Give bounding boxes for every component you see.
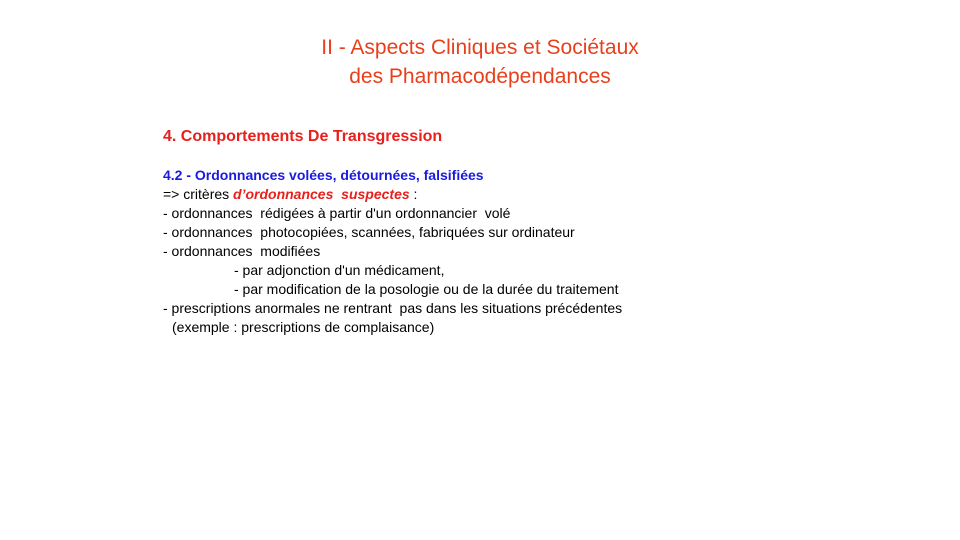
criteria-emphasis: d’ordonnances suspectes	[233, 186, 410, 202]
slide: II - Aspects Cliniques et Sociétaux des …	[0, 0, 960, 540]
list-item: - ordonnances photocopiées, scannées, fa…	[163, 224, 575, 240]
slide-title-line-2: des Pharmacodépendances	[349, 65, 611, 88]
slide-title-line-1: II - Aspects Cliniques et Sociétaux	[321, 36, 639, 59]
example-note: (exemple : prescriptions de complaisance…	[172, 319, 435, 335]
criteria-line: => critères d’ordonnances suspectes :	[163, 185, 803, 204]
criteria-suffix: :	[409, 186, 418, 202]
sub-list-item: - par adjonction d'un médicament,	[234, 262, 445, 278]
criteria-prefix: => critères	[163, 186, 234, 202]
slide-content: 4. Comportements De Transgression 4.2 - …	[163, 127, 803, 337]
subsection-heading: 4.2 - Ordonnances volées, détournées, fa…	[163, 167, 484, 183]
list-item: - ordonnances rédigées à partir d'un ord…	[163, 205, 511, 221]
subsection-ordonnances: 4.2 - Ordonnances volées, détournées, fa…	[163, 166, 803, 337]
sub-list-item: - par modification de la posologie ou de…	[234, 281, 619, 297]
list-item: - ordonnances modifiées	[163, 243, 321, 259]
slide-title: II - Aspects Cliniques et Sociétaux des …	[180, 33, 780, 91]
list-item: - prescriptions anormales ne rentrant pa…	[163, 300, 623, 316]
section-heading: 4. Comportements De Transgression	[163, 128, 443, 145]
